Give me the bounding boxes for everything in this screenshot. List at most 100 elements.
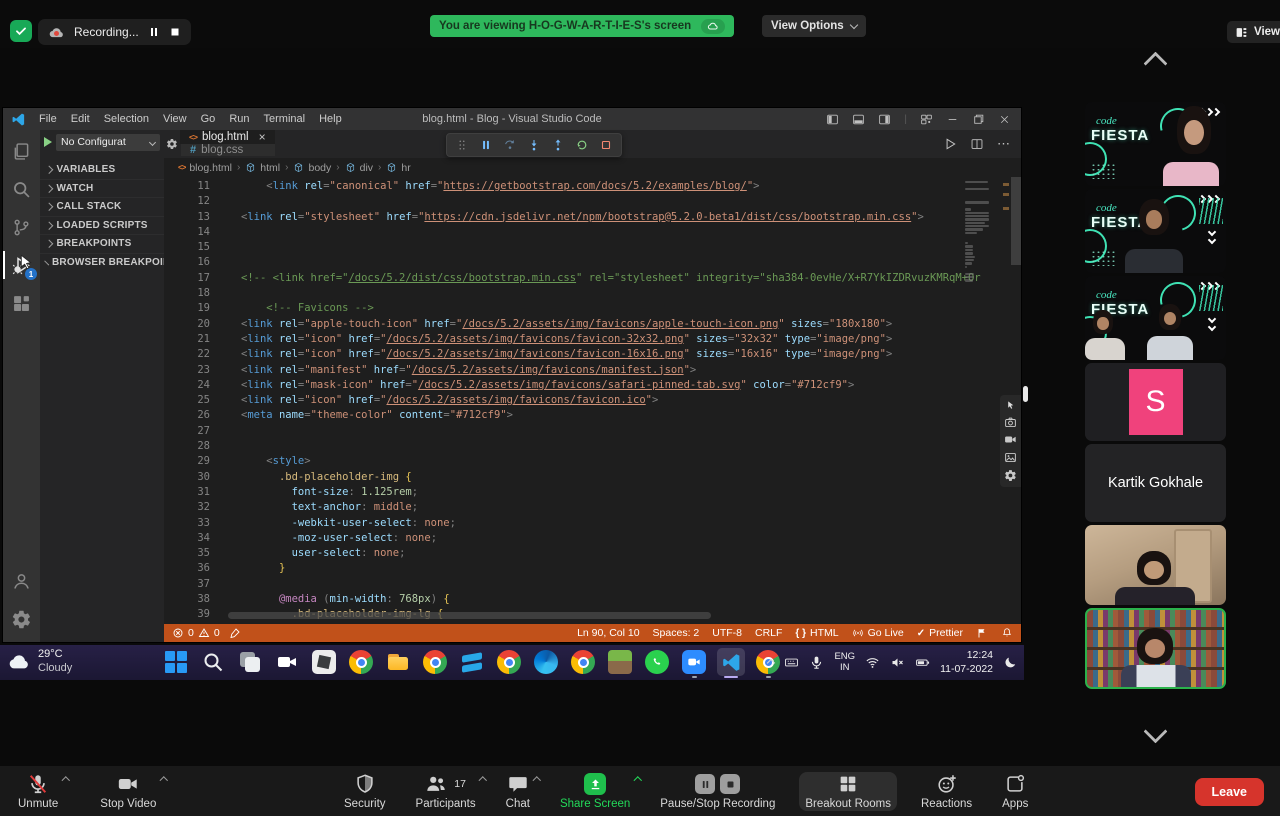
pause-recording-icon[interactable] — [148, 26, 160, 38]
toggle-panel-left-icon[interactable] — [826, 113, 839, 126]
battery-icon[interactable] — [915, 655, 930, 670]
taskbar-chrome[interactable] — [421, 648, 449, 676]
section-breakpoints[interactable]: BREAKPOINTS — [40, 234, 164, 253]
close-button[interactable] — [998, 113, 1011, 126]
unmute-button[interactable]: Unmute — [12, 772, 64, 811]
video-tile-4[interactable]: S — [1085, 363, 1226, 441]
breadcrumb-item-div[interactable]: div — [345, 162, 373, 174]
cloud-icon[interactable] — [701, 19, 725, 34]
taskbar-edge[interactable] — [532, 648, 560, 676]
status-flag[interactable] — [976, 627, 988, 639]
line-number[interactable]: 33 — [164, 516, 223, 531]
status-spaces-2[interactable]: Spaces: 2 — [653, 627, 700, 639]
code-line-19[interactable]: 19 <!-- Favicons --> — [164, 301, 1021, 316]
code-line-37[interactable]: 37 — [164, 577, 1021, 592]
status-bell[interactable] — [1001, 627, 1013, 639]
chevron-up-icon[interactable] — [533, 777, 541, 785]
video-tile-5[interactable]: Kartik Gokhale — [1085, 444, 1226, 522]
line-number[interactable]: 14 — [164, 225, 223, 240]
settings-gear-icon[interactable] — [1004, 469, 1017, 482]
section-watch[interactable]: WATCH — [40, 179, 164, 198]
scroll-down-chevron-icon[interactable] — [1085, 723, 1226, 740]
activity-search[interactable] — [3, 172, 40, 206]
code-line-35[interactable]: 35 user-select: none; — [164, 546, 1021, 561]
close-tab-icon[interactable]: × — [259, 130, 266, 144]
activity-explorer[interactable] — [3, 134, 40, 168]
wifi-icon[interactable] — [865, 655, 880, 670]
code-line-23[interactable]: 23<link rel="manifest" href="/docs/5.2/a… — [164, 363, 1021, 378]
code-editor[interactable]: 11 <link rel="canonical" href="https://g… — [164, 177, 1021, 624]
line-number[interactable]: 37 — [164, 577, 223, 592]
start-debug-icon[interactable] — [44, 137, 52, 147]
tab-blog-html[interactable]: <>blog.html× — [180, 130, 275, 144]
code-line-40[interactable]: 40 font-size: 3.5rem; — [164, 623, 1021, 624]
chevron-up-icon[interactable] — [634, 777, 642, 785]
activity-manage-settings[interactable] — [3, 602, 40, 636]
taskbar-file-explorer[interactable] — [384, 648, 412, 676]
code-line-11[interactable]: 11 <link rel="canonical" href="https://g… — [164, 179, 1021, 194]
launch-config-gear-icon[interactable] — [164, 130, 180, 158]
code-line-38[interactable]: 38 @media (min-width: 768px) { — [164, 592, 1021, 607]
horizontal-scrollbar[interactable] — [228, 612, 711, 619]
chevron-up-icon[interactable] — [160, 777, 168, 785]
code-line-34[interactable]: 34 -moz-user-select: none; — [164, 531, 1021, 546]
language-indicator[interactable]: ENG IN — [834, 652, 855, 674]
activity-extensions[interactable] — [3, 286, 40, 320]
restore-button[interactable] — [972, 113, 985, 126]
line-number[interactable]: 12 — [164, 194, 223, 209]
focus-assist-moon-icon[interactable] — [1003, 655, 1018, 670]
taskbar-task-view[interactable] — [236, 648, 264, 676]
status-go-live[interactable]: Go Live — [852, 627, 904, 639]
touch-keyboard-icon[interactable] — [784, 655, 799, 670]
view-button[interactable]: View — [1227, 21, 1280, 43]
debug-step-over-icon[interactable] — [503, 138, 517, 152]
line-number[interactable]: 40 — [164, 623, 223, 624]
leave-button[interactable]: Leave — [1195, 778, 1264, 806]
pause-stop-recording-button[interactable]: Pause/Stop Recording — [654, 772, 781, 811]
code-line-15[interactable]: 15 — [164, 240, 1021, 255]
code-line-17[interactable]: 17<!-- <link href="/docs/5.2/dist/css/bo… — [164, 271, 1021, 286]
run-file-icon[interactable] — [943, 137, 957, 151]
code-line-20[interactable]: 20<link rel="apple-touch-icon" href="/do… — [164, 317, 1021, 332]
menu-view[interactable]: View — [156, 113, 194, 125]
taskbar-chrome[interactable] — [569, 648, 597, 676]
customize-layout-icon[interactable] — [920, 113, 933, 126]
stop-recording-icon[interactable] — [169, 26, 181, 38]
minimize-button[interactable] — [946, 113, 959, 126]
code-line-30[interactable]: 30 .bd-placeholder-img { — [164, 470, 1021, 485]
panel-resize-handle[interactable] — [1023, 386, 1028, 402]
code-line-14[interactable]: 14 — [164, 225, 1021, 240]
line-number[interactable]: 13 — [164, 210, 223, 225]
status-prettier[interactable]: ✓Prettier — [917, 627, 963, 639]
menu-go[interactable]: Go — [194, 113, 223, 125]
participants-button[interactable]: 17Participants — [410, 772, 482, 811]
code-line-22[interactable]: 22<link rel="icon" href="/docs/5.2/asset… — [164, 347, 1021, 362]
line-number[interactable]: 21 — [164, 332, 223, 347]
code-line-12[interactable]: 12 — [164, 194, 1021, 209]
breadcrumb-item-blog-html[interactable]: <>blog.html — [178, 162, 232, 174]
status-utf-8[interactable]: UTF-8 — [712, 627, 742, 639]
security-button[interactable]: Security — [338, 772, 392, 811]
debug-step-out-icon[interactable] — [551, 138, 565, 152]
code-line-28[interactable]: 28 — [164, 439, 1021, 454]
toggle-panel-bottom-icon[interactable] — [852, 113, 865, 126]
line-number[interactable]: 39 — [164, 607, 223, 622]
menu-file[interactable]: File — [32, 113, 64, 125]
taskbar-flipgrid[interactable] — [458, 648, 486, 676]
menu-selection[interactable]: Selection — [97, 113, 156, 125]
line-number[interactable]: 36 — [164, 561, 223, 576]
breadcrumb-item-html[interactable]: html — [245, 162, 280, 174]
record-video-icon[interactable] — [1004, 433, 1017, 446]
line-number[interactable]: 38 — [164, 592, 223, 607]
section-browser-breakpoints[interactable]: BROWSER BREAKPOINTS — [40, 253, 164, 272]
menu-run[interactable]: Run — [222, 113, 256, 125]
taskbar-whatsapp[interactable] — [643, 648, 671, 676]
section-loaded-scripts[interactable]: LOADED SCRIPTS — [40, 216, 164, 235]
video-tile-6[interactable] — [1085, 525, 1226, 605]
taskbar-minecraft[interactable] — [606, 648, 634, 676]
line-number[interactable]: 27 — [164, 424, 223, 439]
line-number[interactable]: 22 — [164, 347, 223, 362]
taskbar-weather-widget[interactable]: 29°C Cloudy — [8, 648, 72, 676]
taskbar-start[interactable] — [162, 648, 190, 676]
status-crlf[interactable]: CRLF — [755, 627, 782, 639]
